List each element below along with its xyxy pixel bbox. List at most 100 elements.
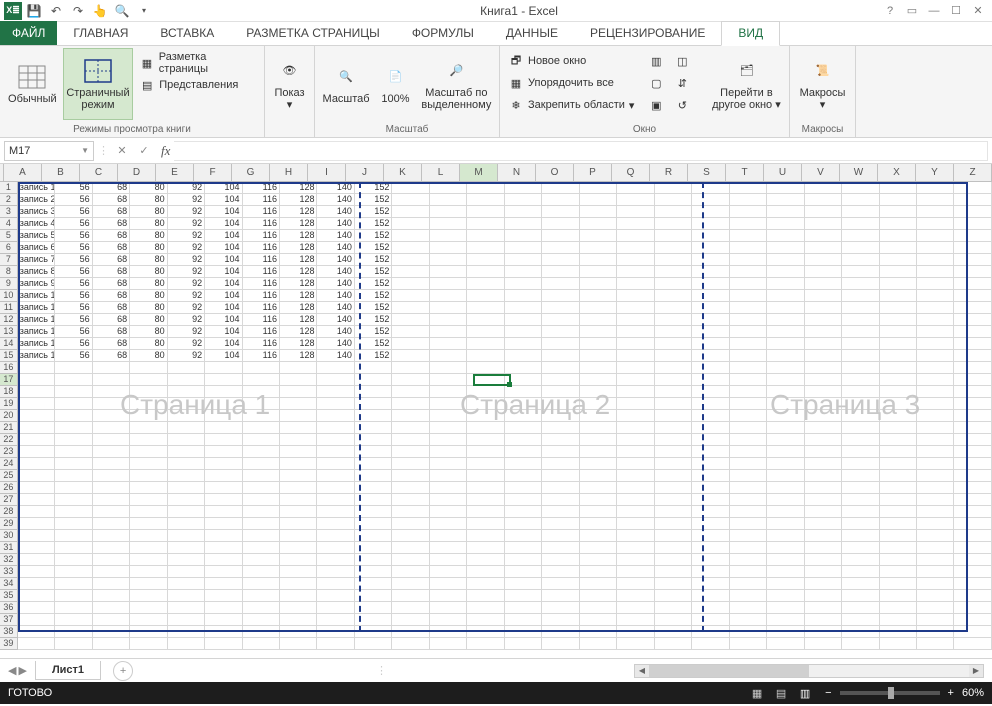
cell[interactable]: [880, 230, 917, 242]
row-header-6[interactable]: 6: [0, 242, 18, 254]
cell[interactable]: [317, 422, 354, 434]
cell[interactable]: [917, 422, 954, 434]
cell[interactable]: [93, 362, 130, 374]
cell[interactable]: [692, 230, 729, 242]
cell[interactable]: [617, 302, 654, 314]
cell[interactable]: [842, 602, 879, 614]
cell[interactable]: [317, 590, 354, 602]
cell[interactable]: [542, 482, 579, 494]
cell[interactable]: [542, 542, 579, 554]
cell[interactable]: 92: [168, 302, 205, 314]
cell[interactable]: [842, 338, 879, 350]
cell[interactable]: [617, 530, 654, 542]
cell[interactable]: [842, 362, 879, 374]
cell[interactable]: [130, 434, 167, 446]
cell[interactable]: 104: [205, 206, 242, 218]
sheet-tab-1[interactable]: Лист1: [35, 661, 101, 680]
cell[interactable]: 80: [130, 314, 167, 326]
cell[interactable]: 116: [243, 218, 280, 230]
cell[interactable]: [130, 530, 167, 542]
cell[interactable]: [467, 614, 504, 626]
cell[interactable]: [430, 386, 467, 398]
cell[interactable]: 80: [130, 206, 167, 218]
cell[interactable]: [767, 494, 804, 506]
cell[interactable]: 56: [55, 290, 92, 302]
cell[interactable]: [205, 482, 242, 494]
cell[interactable]: [954, 302, 991, 314]
cell[interactable]: [805, 482, 842, 494]
cell[interactable]: [467, 554, 504, 566]
col-header-P[interactable]: P: [574, 164, 612, 181]
cell[interactable]: 140: [317, 290, 354, 302]
cell[interactable]: [392, 494, 429, 506]
cell[interactable]: [280, 542, 317, 554]
cell[interactable]: [805, 350, 842, 362]
cell[interactable]: [692, 614, 729, 626]
cell[interactable]: [692, 398, 729, 410]
cell[interactable]: [954, 194, 991, 206]
cell[interactable]: [130, 362, 167, 374]
cell[interactable]: 80: [130, 326, 167, 338]
cell[interactable]: [467, 290, 504, 302]
cell[interactable]: [243, 374, 280, 386]
cell[interactable]: [130, 578, 167, 590]
cell[interactable]: [467, 410, 504, 422]
cell[interactable]: [842, 254, 879, 266]
cell[interactable]: [168, 590, 205, 602]
cell[interactable]: [505, 194, 542, 206]
cell[interactable]: [280, 566, 317, 578]
cell[interactable]: [730, 194, 767, 206]
cell[interactable]: [917, 350, 954, 362]
cell[interactable]: [692, 578, 729, 590]
cell[interactable]: [430, 626, 467, 638]
cell[interactable]: 128: [280, 218, 317, 230]
cell[interactable]: [954, 638, 991, 650]
col-header-Y[interactable]: Y: [916, 164, 954, 181]
cell[interactable]: [430, 566, 467, 578]
cell[interactable]: [880, 506, 917, 518]
row-header-25[interactable]: 25: [0, 470, 18, 482]
cell[interactable]: [767, 626, 804, 638]
cell[interactable]: 116: [243, 338, 280, 350]
cell[interactable]: [467, 254, 504, 266]
cell[interactable]: [617, 626, 654, 638]
cell[interactable]: 152: [355, 302, 392, 314]
cell[interactable]: [880, 314, 917, 326]
cell[interactable]: [280, 590, 317, 602]
cell[interactable]: запись 9: [18, 278, 55, 290]
cell[interactable]: [130, 422, 167, 434]
zoom-in-button[interactable]: +: [948, 687, 954, 699]
cell[interactable]: [842, 422, 879, 434]
row-header-18[interactable]: 18: [0, 386, 18, 398]
cell[interactable]: [467, 350, 504, 362]
cell[interactable]: [954, 566, 991, 578]
cell[interactable]: [243, 362, 280, 374]
cell[interactable]: [430, 338, 467, 350]
zoom-out-button[interactable]: −: [825, 687, 831, 699]
cell[interactable]: [917, 638, 954, 650]
cell[interactable]: [280, 410, 317, 422]
cell[interactable]: [542, 518, 579, 530]
cell[interactable]: [505, 554, 542, 566]
cell[interactable]: [467, 626, 504, 638]
cell[interactable]: [692, 290, 729, 302]
cell[interactable]: [55, 386, 92, 398]
cell[interactable]: 92: [168, 182, 205, 194]
cell[interactable]: [55, 482, 92, 494]
cell[interactable]: [880, 386, 917, 398]
cell[interactable]: [243, 590, 280, 602]
cell[interactable]: [954, 554, 991, 566]
cell[interactable]: [954, 278, 991, 290]
cell[interactable]: 68: [93, 314, 130, 326]
unhide-button[interactable]: ▣: [644, 94, 668, 116]
cell[interactable]: 140: [317, 338, 354, 350]
cell[interactable]: 92: [168, 314, 205, 326]
cell[interactable]: [467, 530, 504, 542]
cell[interactable]: 140: [317, 350, 354, 362]
cell[interactable]: [917, 206, 954, 218]
cell[interactable]: [805, 494, 842, 506]
col-header-H[interactable]: H: [270, 164, 308, 181]
cell[interactable]: [505, 482, 542, 494]
cell[interactable]: [93, 590, 130, 602]
cell[interactable]: [580, 422, 617, 434]
